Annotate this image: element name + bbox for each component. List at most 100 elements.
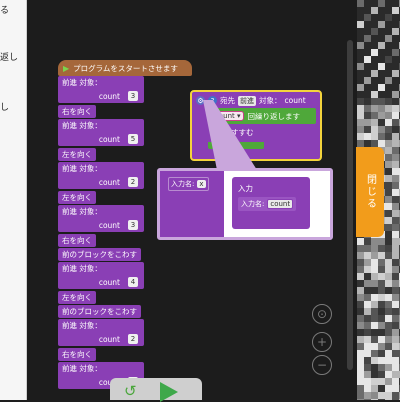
scene-voxel	[378, 385, 385, 392]
scene-voxel	[385, 112, 392, 119]
scene-voxel	[357, 385, 364, 392]
move-block-value[interactable]: 5	[128, 134, 138, 144]
scene-voxel	[392, 161, 399, 168]
scene-voxel	[392, 49, 399, 56]
break-block[interactable]: 前のブロックをこわす	[58, 305, 141, 318]
scene-voxel	[357, 119, 364, 126]
run-controls: ↺	[110, 378, 202, 402]
scene-voxel	[385, 154, 392, 161]
scene-voxel	[378, 112, 385, 119]
program-start-block[interactable]: ▶ プログラムをスタートさせます	[58, 60, 192, 76]
move-block-value[interactable]: 2	[128, 334, 138, 344]
scene-voxel	[364, 357, 371, 364]
scene-voxel	[392, 266, 399, 273]
move-block-value[interactable]: 2	[128, 177, 138, 187]
play-icon[interactable]	[160, 382, 178, 402]
close-flyout-tab[interactable]: 閉じる	[356, 147, 384, 237]
scene-voxel	[385, 336, 392, 343]
scene-voxel	[392, 308, 399, 315]
scene-voxel	[392, 245, 399, 252]
scene-voxel	[364, 336, 371, 343]
center-icon[interactable]: ⊙	[312, 304, 332, 324]
scene-voxel	[371, 133, 378, 140]
scene-voxel	[378, 273, 385, 280]
scene-voxel	[392, 168, 399, 175]
scene-voxel	[378, 245, 385, 252]
scene-voxel	[357, 280, 364, 287]
scene-voxel	[357, 238, 364, 245]
turn-block[interactable]: 右を向く	[58, 105, 96, 118]
move-block[interactable]: 前進 対象： count 2	[58, 162, 144, 189]
scene-voxel	[385, 168, 392, 175]
scene-voxel	[364, 14, 371, 21]
scene-voxel	[385, 287, 392, 294]
move-block-label: 前進 対象：	[62, 121, 102, 130]
turn-block[interactable]: 左を向く	[58, 291, 96, 304]
scene-voxel	[357, 259, 364, 266]
mutator-container-input[interactable]: 入力名: count	[238, 197, 297, 211]
scene-voxel	[392, 350, 399, 357]
move-block[interactable]: 前進 対象： count 2	[58, 319, 144, 346]
move-block-value[interactable]: 4	[128, 277, 138, 287]
move-block[interactable]: 前進 対象： count 4	[58, 262, 144, 289]
scene-voxel	[392, 273, 399, 280]
scene-voxel	[385, 238, 392, 245]
scene-voxel	[392, 224, 399, 231]
scene-voxel	[378, 392, 385, 399]
reset-icon[interactable]: ↺	[124, 382, 137, 400]
scene-voxel	[357, 98, 364, 105]
program-start-label: プログラムをスタートさせます	[73, 63, 178, 73]
scene-voxel	[378, 63, 385, 70]
scene-voxel	[371, 273, 378, 280]
move-block[interactable]: 前進 対象： count 3	[58, 76, 144, 103]
mutator-input-name-value[interactable]: x	[197, 180, 206, 188]
flag-icon: ▶	[63, 63, 70, 73]
zoom-out-button[interactable]: −	[312, 355, 332, 375]
scene-voxel	[378, 350, 385, 357]
scene-voxel	[371, 252, 378, 259]
turn-block[interactable]: 右を向く	[58, 234, 96, 247]
scene-voxel	[385, 133, 392, 140]
move-block-args: count 2	[58, 175, 144, 189]
scene-voxel	[385, 119, 392, 126]
scene-voxel	[392, 105, 399, 112]
mutator-input-name-block[interactable]: 入力名: x	[168, 177, 209, 191]
scene-voxel	[378, 364, 385, 371]
move-block[interactable]: 前進 対象： count 5	[58, 119, 144, 146]
scene-voxel	[385, 35, 392, 42]
scene-voxel	[364, 266, 371, 273]
move-block-variable: count	[98, 177, 120, 187]
scene-voxel	[364, 378, 371, 385]
scene-voxel	[357, 315, 364, 322]
move-block-value[interactable]: 3	[128, 220, 138, 230]
zoom-in-button[interactable]: +	[312, 332, 332, 352]
mutator-container-input-value[interactable]: count	[267, 199, 294, 209]
scene-voxel	[385, 371, 392, 378]
scene-voxel	[364, 56, 371, 63]
turn-block[interactable]: 右を向く	[58, 348, 96, 361]
scene-voxel	[371, 49, 378, 56]
scene-voxel	[357, 322, 364, 329]
scene-voxel	[392, 203, 399, 210]
move-block-variable: count	[98, 91, 120, 101]
left-panel-text-1: る	[0, 6, 10, 16]
scene-voxel	[371, 280, 378, 287]
break-block[interactable]: 前のブロックをこわす	[58, 248, 141, 261]
move-block-value[interactable]: 3	[128, 91, 138, 101]
scene-voxel	[378, 371, 385, 378]
scene-voxel	[364, 105, 371, 112]
scene-voxel	[392, 112, 399, 119]
scene-voxel	[357, 357, 364, 364]
scene-voxel	[392, 371, 399, 378]
workspace-scrollbar[interactable]	[347, 40, 353, 370]
scene-voxel	[392, 329, 399, 336]
scene-voxel	[378, 105, 385, 112]
scene-voxel	[392, 154, 399, 161]
scene-voxel	[364, 112, 371, 119]
turn-block[interactable]: 左を向く	[58, 148, 96, 161]
scene-voxel	[357, 329, 364, 336]
move-block[interactable]: 前進 対象： count 3	[58, 205, 144, 232]
mutator-container-block[interactable]: 入力 入力名: count	[232, 177, 310, 229]
turn-block[interactable]: 左を向く	[58, 191, 96, 204]
scene-voxel	[392, 140, 399, 147]
